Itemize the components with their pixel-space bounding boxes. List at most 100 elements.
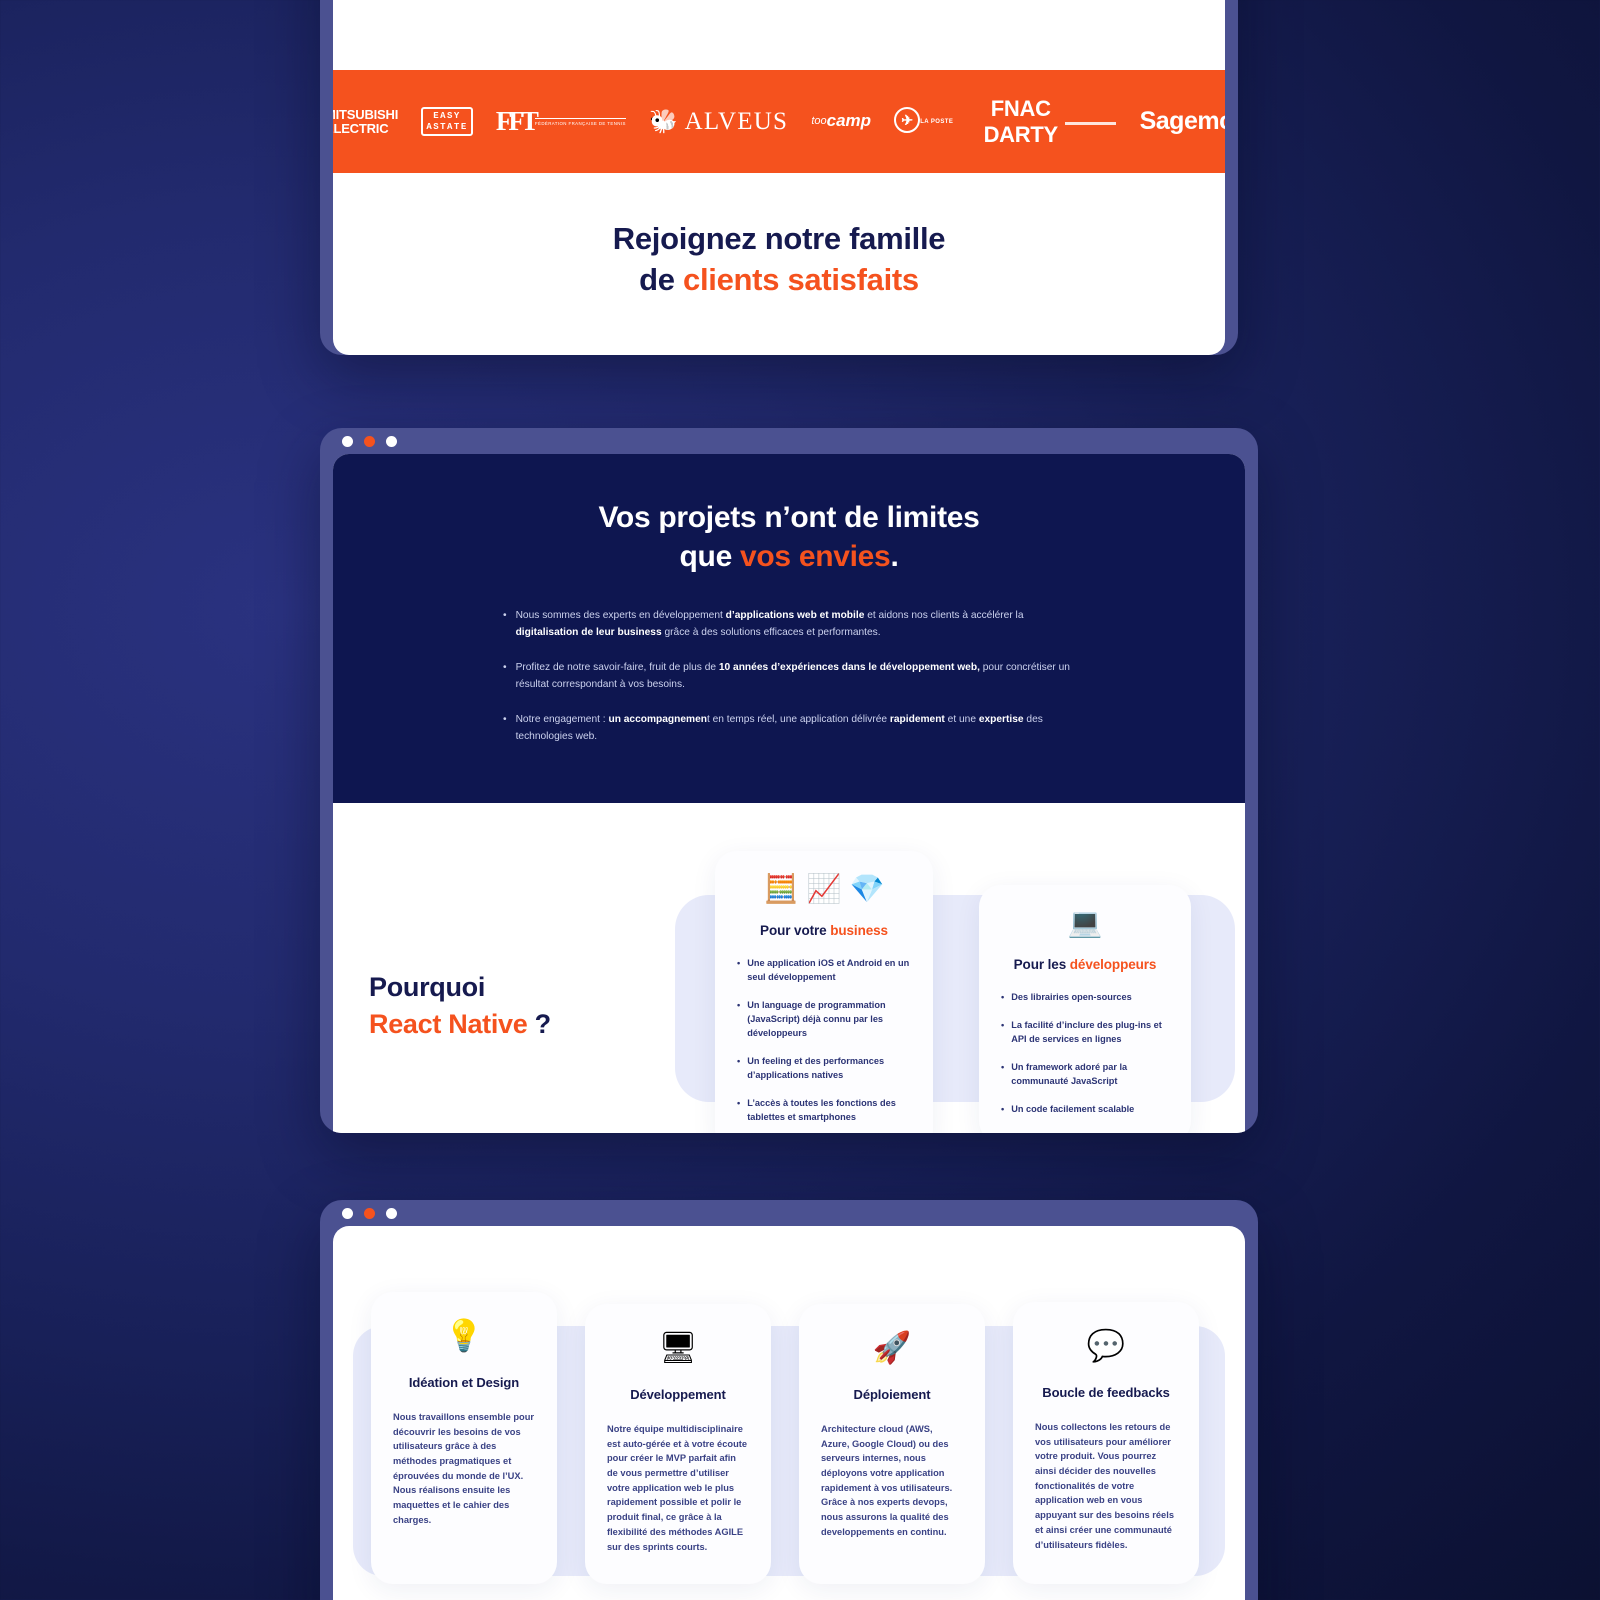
clients-headline-line2: de clients satisfaits: [333, 260, 1225, 301]
toocamp-line2: camp: [826, 111, 872, 130]
business-list-item-text: L’accès à toutes les fonctions des table…: [747, 1097, 896, 1122]
projets-bullet: • Nous sommes des experts en développemen…: [503, 608, 1075, 641]
window-dot-3[interactable]: [386, 1207, 397, 1219]
clients-headline-highlight: clients satisfaits: [683, 261, 919, 297]
business-list-item-text: Une application iOS et Android en un seu…: [747, 958, 910, 983]
business-title-prefix: Pour votre: [760, 923, 831, 939]
window-dot-1[interactable]: [342, 435, 353, 447]
fnac-darty-wordmark: FNAC DARTY: [983, 95, 1059, 147]
business-list-item-text: Un feeling et des performances d’applica…: [747, 1056, 885, 1080]
developers-list-item-text: Un code facilement scalable: [1011, 1104, 1135, 1115]
light-bulb-icon: 💡: [444, 1318, 484, 1353]
fnac-darty-logo: FNAC DARTY: [976, 95, 1117, 148]
bullet-dot-icon: •: [737, 958, 741, 969]
business-title-highlight: business: [830, 923, 888, 939]
bullet-dot-icon: •: [737, 1056, 741, 1067]
la-poste-logo: ✈ LA POSTE: [894, 107, 953, 136]
projets-viewport: Vos projets n’ont de limites que vos env…: [333, 454, 1245, 1133]
alveus-wordmark: ALVEUS: [684, 107, 789, 135]
business-emoji-row: 🧮 📈 💎: [737, 875, 911, 903]
card-pour-votre-business[interactable]: 🧮 📈 💎 Pour votre business • Une applicati…: [715, 851, 933, 1133]
process-viewport: 💡 Idéation et Design Nous travaillons ense…: [333, 1226, 1245, 1600]
projets-bullet-text: Notre engagement : un accompagnement en …: [515, 714, 1043, 742]
developers-list-item: • Des librairies open-sources: [1001, 991, 1169, 1005]
fnac-underline: [1065, 121, 1117, 125]
window-dot-2[interactable]: [364, 435, 375, 447]
process-card[interactable]: 💬 Boucle de feedbacks Nous collectons les …: [1013, 1302, 1199, 1585]
developers-item-list: • Des librairies open-sources • La facilité…: [1001, 991, 1169, 1117]
developers-list-item: • Un framework adoré par la communauté Ja…: [1001, 1061, 1169, 1089]
easy-line2: ASTATE: [426, 121, 468, 132]
mitsubishi-electric-logo: MITSUBISHI ELECTRIC: [333, 108, 398, 135]
developers-list-item: • Un code facilement scalable: [1001, 1103, 1169, 1117]
bullet-dot-icon: •: [737, 1000, 741, 1011]
business-list-item: • Une application iOS et Android en un se…: [737, 957, 911, 985]
fft-subtitle: FÉDÉRATION FRANÇAISE DE TENNIS: [534, 118, 626, 126]
bullet-dot-icon: •: [1001, 992, 1005, 1003]
process-card-title: Déploiement: [853, 1387, 931, 1402]
projets-title-prefix: que: [679, 540, 740, 573]
bullet-dot-icon: •: [503, 662, 507, 674]
process-browser-window: 💡 Idéation et Design Nous travaillons ense…: [320, 1200, 1258, 1600]
business-item-list: • Une application iOS et Android en un se…: [737, 957, 911, 1125]
process-titlebar: [320, 1200, 1258, 1226]
why-title-suffix: ?: [527, 1008, 552, 1039]
card-pour-les-developpeurs[interactable]: 💻 Pour les développeurs • Des librairies …: [979, 885, 1191, 1133]
mitsubishi-line2: ELECTRIC: [333, 120, 389, 136]
process-card-body: Notre équipe multidisciplinaire est auto…: [607, 1424, 748, 1552]
clients-headline-prefix: de: [639, 261, 684, 297]
window-dot-3[interactable]: [386, 435, 397, 447]
projets-title-line2: que vos envies.: [333, 537, 1245, 576]
fft-monogram: FFT: [495, 105, 539, 136]
projets-title-highlight: vos envies: [740, 540, 891, 573]
mitsubishi-line1: MITSUBISHI: [333, 106, 399, 122]
developers-list-item-text: Des librairies open-sources: [1011, 992, 1132, 1003]
alveus-logo: 🐝 ALVEUS: [649, 108, 788, 136]
gem-stone-icon: 💎: [849, 873, 885, 905]
process-card[interactable]: 💡 Idéation et Design Nous travaillons ense…: [371, 1292, 557, 1585]
process-card[interactable]: 🚀 Déploiement Architecture cloud (AWS, Azu…: [799, 1304, 985, 1585]
process-card-title: Boucle de feedbacks: [1042, 1385, 1170, 1400]
projets-title-suffix: .: [890, 540, 899, 573]
projets-bullet-text: Nous sommes des experts en développement…: [515, 610, 1024, 638]
process-card-body: Architecture cloud (AWS, Azure, Google C…: [821, 1424, 953, 1537]
projets-dark-panel: Vos projets n’ont de limites que vos env…: [333, 454, 1245, 804]
process-card[interactable]: 🖥 Développement Notre équipe multidiscipli…: [585, 1304, 771, 1585]
developers-title-highlight: développeurs: [1069, 957, 1157, 973]
abacus-icon: 🧮: [763, 873, 799, 905]
projets-title: Vos projets n’ont de limites que vos env…: [333, 498, 1245, 576]
clients-viewport: MITSUBISHI ELECTRIC EASY ASTATE FFT FÉDÉ…: [333, 0, 1225, 355]
la-poste-bird-icon: ✈: [894, 107, 921, 133]
chart-increasing-icon: 📈: [806, 873, 842, 905]
bullet-dot-icon: •: [503, 610, 507, 621]
projets-bullet: • Notre engagement : un accompagnement en…: [503, 712, 1075, 745]
clients-browser-window: MITSUBISHI ELECTRIC EASY ASTATE FFT FÉDÉ…: [320, 0, 1238, 355]
laptop-icon: 💻: [1067, 907, 1103, 939]
window-dot-2[interactable]: [364, 1207, 375, 1219]
window-dot-1[interactable]: [342, 1207, 353, 1219]
sagemcom-logo: Sagemcom: [1139, 107, 1225, 135]
bullet-dot-icon: •: [737, 1097, 741, 1108]
bullet-dot-icon: •: [1001, 1104, 1005, 1115]
business-list-item: • Un language de programmation (JavaScrip…: [737, 999, 911, 1041]
easy-line1: EASY: [433, 111, 461, 122]
developers-card-title: Pour les développeurs: [1001, 957, 1169, 972]
why-title-highlight: React Native: [369, 1008, 528, 1039]
business-list-item: • L’accès à toutes les fonctions des tabl…: [737, 1097, 911, 1125]
easy-astate-logo: EASY ASTATE: [421, 107, 473, 136]
developers-emoji-row: 💻: [1001, 909, 1169, 937]
process-card-body: Nous collectons les retours de vos utili…: [1035, 1422, 1174, 1550]
why-react-native-title: Pourquoi React Native ?: [369, 969, 551, 1042]
clients-headline-line1: Rejoignez notre famille: [612, 221, 946, 256]
business-card-title: Pour votre business: [737, 923, 911, 938]
developers-title-prefix: Pour les: [1013, 957, 1070, 973]
process-card-body: Nous travaillons ensemble pour découvrir…: [393, 1412, 535, 1525]
la-poste-wordmark: LA POSTE: [920, 118, 954, 125]
business-list-item: • Un feeling et des performances d’applic…: [737, 1055, 911, 1083]
bullet-dot-icon: •: [503, 714, 507, 726]
developers-list-item: • La facilité d’inclure des plug-ins et A…: [1001, 1019, 1169, 1047]
toocamp-logo: too camp: [811, 111, 872, 130]
developers-list-item-text: Un framework adoré par la communauté Jav…: [1011, 1062, 1128, 1087]
projets-light-panel: Pourquoi React Native ? 🧮 📈 💎 Pour votre…: [333, 803, 1245, 1133]
process-card-title: Développement: [630, 1387, 726, 1402]
